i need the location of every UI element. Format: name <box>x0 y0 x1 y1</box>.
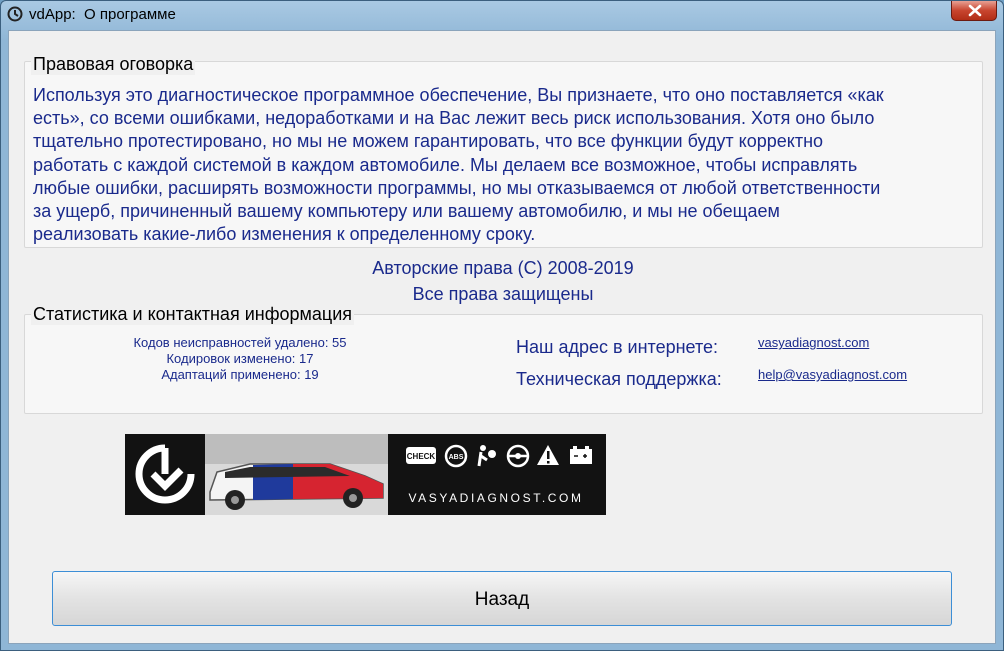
disclaimer-line: есть», со всеми ошибками, недоработками … <box>33 108 875 129</box>
disclaimer-group: Правовая оговорка Используя это диагност… <box>24 54 983 248</box>
abs-icon: ABS <box>444 444 468 468</box>
battery-icon <box>570 446 592 464</box>
steering-wheel-icon <box>506 444 530 468</box>
disclaimer-legend: Правовая оговорка <box>31 54 196 75</box>
disclaimer-text: Используя это диагностическое программно… <box>33 84 983 246</box>
title-bar[interactable]: vdApp: О программе <box>1 1 1003 29</box>
banner-brand-text: VASYADIAGNOST.COM <box>408 491 583 505</box>
disclaimer-line: любые ошибки, расширять возможности прог… <box>33 177 881 198</box>
web-address-label: Наш адрес в интернете: <box>516 337 719 357</box>
support-label: Техническая поддержка: <box>516 369 722 389</box>
check-engine-icon: CHECK <box>406 447 436 464</box>
client-area: Правовая оговорка Используя это диагност… <box>8 30 996 644</box>
support-email-link[interactable]: help@vasyadiagnost.com <box>758 367 907 382</box>
warning-icon <box>537 445 559 465</box>
close-icon <box>968 4 982 17</box>
disclaimer-line: работать с каждой системой в каждом авто… <box>33 154 858 175</box>
adaptations-applied-stat: Адаптаций применено: 19 <box>161 367 319 382</box>
website-link[interactable]: vasyadiagnost.com <box>758 335 869 350</box>
stats-legend: Статистика и контактная информация <box>31 304 355 325</box>
rights-line: Все права защищены <box>412 284 594 304</box>
codings-changed-stat: Кодировок изменено: 17 <box>166 351 314 366</box>
back-button-label: Назад <box>474 589 530 610</box>
check-badge-text: CHECK <box>407 452 436 461</box>
airbag-icon <box>477 445 496 467</box>
disclaimer-line: Используя это диагностическое программно… <box>33 85 884 105</box>
app-logo-icon <box>7 6 23 22</box>
close-button[interactable] <box>951 1 997 21</box>
banner-graphic: CHECK ABS VASYADIAGNOST.COM <box>125 434 592 515</box>
banner-logo-icon <box>125 434 205 515</box>
copyright-line: Авторские права (C) 2008-2019 <box>372 258 634 278</box>
disclaimer-line: тщательно протестировано, но мы не можем… <box>33 131 824 152</box>
window-title: vdApp: О программе <box>29 6 176 23</box>
abs-badge-text: ABS <box>449 454 464 461</box>
stats-group: Статистика и контактная информация Кодов… <box>24 304 983 414</box>
dtc-cleared-stat: Кодов неисправностей удалено: 55 <box>133 335 347 350</box>
disclaimer-line: за ущерб, причиненный вашему компьютеру … <box>33 201 780 222</box>
back-button[interactable]: Назад <box>52 571 952 626</box>
about-window: vdApp: О программе Правовая оговорка Исп… <box>0 0 1004 651</box>
disclaimer-line: реализовать какие-либо изменения к опред… <box>33 224 536 245</box>
vasyadiagnost-banner[interactable]: CHECK ABS VASYADIAGNOST.COM <box>125 434 606 515</box>
car-image <box>205 434 388 515</box>
